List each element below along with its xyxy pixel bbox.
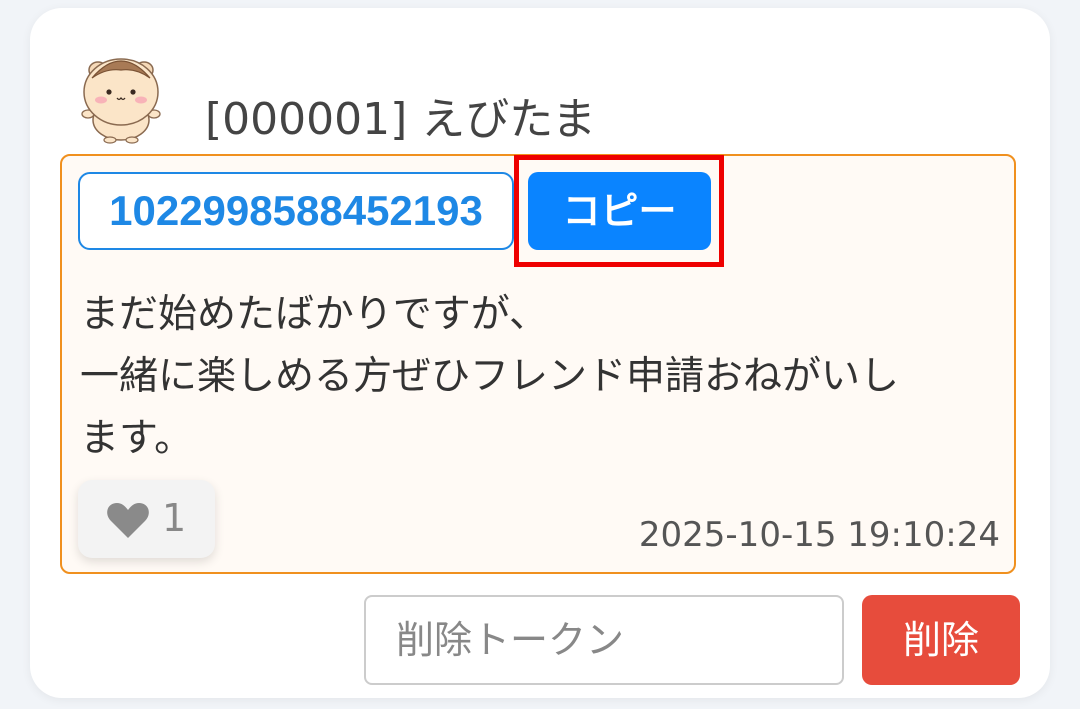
- message-line: まだ始めたばかりですが、: [80, 292, 549, 337]
- delete-button[interactable]: 削除: [862, 595, 1020, 685]
- like-count: 1: [162, 496, 187, 540]
- copy-button-highlight: [514, 155, 724, 267]
- user-name-label: [000001] えびたま: [205, 94, 596, 145]
- post-timestamp: 2025-10-15 19:10:24: [638, 515, 1000, 555]
- message-line: 一緒に楽しめる方ぜひフレンド申請おねがいし: [80, 354, 900, 399]
- avatar-icon: [81, 58, 161, 144]
- message-line: ます。: [80, 416, 194, 461]
- like-button[interactable]: 1: [78, 480, 215, 558]
- post-message: まだ始めたばかりですが、 一緒に楽しめる方ぜひフレンド申請おねがいし ます。: [80, 284, 1000, 470]
- friend-code-field[interactable]: 1022998588452193: [78, 172, 514, 250]
- heart-icon: [107, 503, 149, 538]
- delete-token-input[interactable]: [364, 595, 844, 685]
